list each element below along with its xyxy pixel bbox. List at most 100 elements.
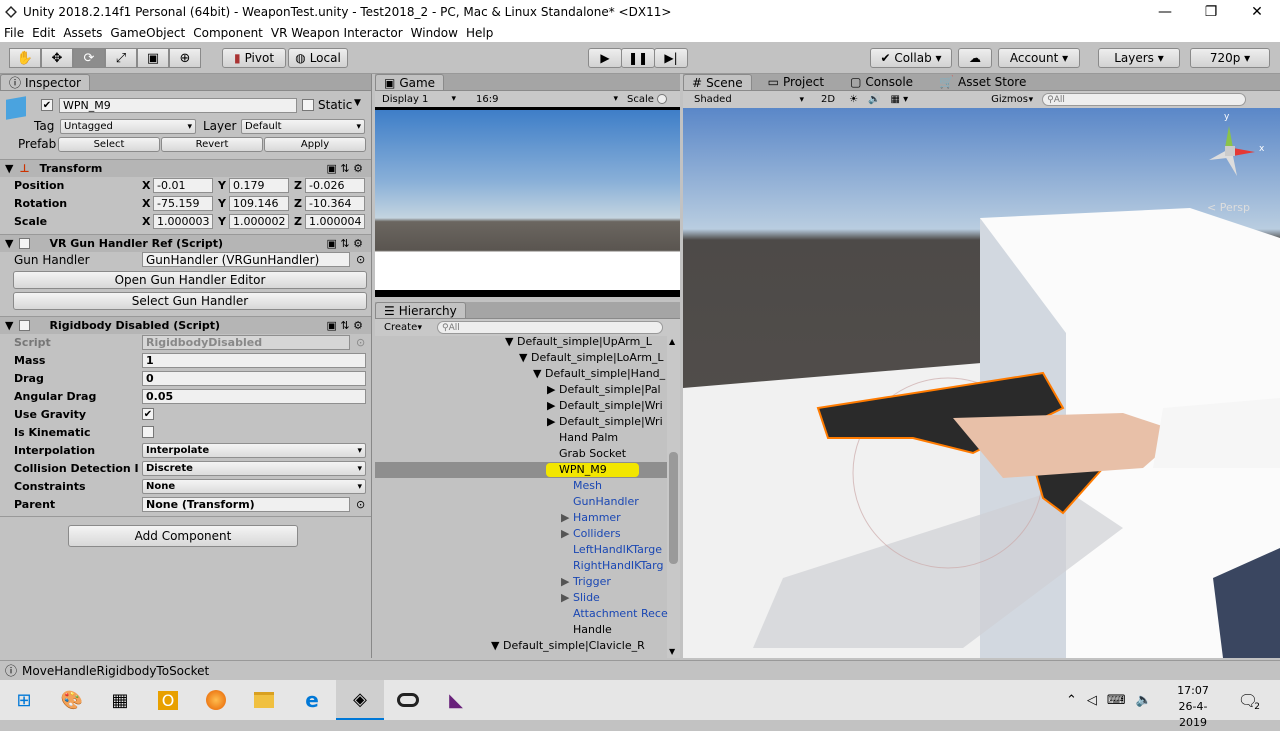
pause-button[interactable]: ❚❚ xyxy=(621,48,655,68)
collapse-arrow-icon[interactable]: ▶ xyxy=(561,511,569,524)
expand-arrow-icon[interactable]: ▼ xyxy=(533,367,541,380)
network-icon[interactable]: ⌨ xyxy=(1107,693,1126,708)
tree-row[interactable]: ▶ Hammer xyxy=(561,510,621,526)
collapse-arrow-icon[interactable]: ▶ xyxy=(547,415,555,428)
static-dropdown-icon[interactable]: ▼ xyxy=(354,98,361,108)
scrollbar-thumb[interactable] xyxy=(669,452,678,564)
scene-search-input[interactable]: ⚲ All xyxy=(1042,93,1247,106)
menu-vr-weapon-interactor[interactable]: VR Weapon Interactor xyxy=(267,26,407,40)
hierarchy-scrollbar[interactable]: ▲ ▼ xyxy=(667,336,680,658)
game-viewport[interactable] xyxy=(375,107,680,297)
scene-viewport[interactable]: y x < Persp xyxy=(683,108,1280,658)
component-settings-icon[interactable]: ▣ ⇅ ⚙ xyxy=(327,237,363,250)
close-icon[interactable]: ✕ xyxy=(1234,0,1280,24)
rotation-z[interactable]: -10.364 xyxy=(305,196,365,211)
lighting-icon[interactable]: ☀ xyxy=(849,94,858,105)
use-gravity-checkbox[interactable]: ✔ xyxy=(142,408,154,420)
tree-row[interactable]: ▶ Trigger xyxy=(561,574,611,590)
tab-asset-store[interactable]: 🛒 Asset Store xyxy=(931,74,1034,90)
chevron-up-icon[interactable]: ⌃ xyxy=(1066,693,1077,708)
object-name-field[interactable]: WPN_M9 xyxy=(59,98,297,113)
collapse-arrow-icon[interactable]: ▶ xyxy=(561,591,569,604)
menu-gameobject[interactable]: GameObject xyxy=(106,26,189,40)
menu-help[interactable]: Help xyxy=(462,26,497,40)
drag-field[interactable]: 0 xyxy=(142,371,366,386)
collapse-arrow-icon[interactable]: ▶ xyxy=(561,527,569,540)
constraints-dropdown[interactable]: None xyxy=(142,479,366,494)
menu-assets[interactable]: Assets xyxy=(59,26,106,40)
add-component-button[interactable]: Add Component xyxy=(68,525,298,547)
shaded-dropdown[interactable]: Shaded xyxy=(691,92,807,107)
scale-z[interactable]: 1.000004 xyxy=(305,214,365,229)
prefab-revert-button[interactable]: Revert xyxy=(161,137,263,152)
tree-row[interactable]: Grab Socket xyxy=(559,446,626,462)
tree-row[interactable]: Attachment Rece xyxy=(573,606,668,622)
layout-dropdown[interactable]: 720p ▾ xyxy=(1190,48,1270,68)
tree-row[interactable]: ▼ Default_simple|LoArm_L xyxy=(519,350,664,366)
menu-component[interactable]: Component xyxy=(189,26,267,40)
rotate-tool-icon[interactable]: ⟳ xyxy=(73,48,105,68)
tree-row[interactable]: ▶ Default_simple|Pal xyxy=(547,382,661,398)
action-center-icon[interactable]: 🗨 2 xyxy=(1236,688,1260,712)
steam-vr-icon[interactable]: ◁ xyxy=(1087,693,1097,708)
scroll-up-icon[interactable]: ▲ xyxy=(669,337,675,346)
file-explorer-icon[interactable] xyxy=(240,680,288,720)
scroll-down-icon[interactable]: ▼ xyxy=(669,647,675,656)
calculator-icon[interactable]: ▦ xyxy=(96,680,144,720)
volume-icon[interactable]: 🔈 xyxy=(1136,693,1152,708)
effects-icon[interactable]: ▦ ▾ xyxy=(890,94,908,105)
expand-arrow-icon[interactable]: ▼ xyxy=(505,335,513,348)
scale-y[interactable]: 1.000002 xyxy=(229,214,289,229)
active-checkbox[interactable]: ✔ xyxy=(41,99,53,111)
tree-row[interactable]: ▼ Default_simple|UpArm_L xyxy=(505,334,652,350)
restore-icon[interactable]: ❐ xyxy=(1188,0,1234,24)
unity-icon[interactable]: ◈ xyxy=(336,680,384,720)
windows-start-icon[interactable]: ⊞ xyxy=(0,680,48,720)
menu-file[interactable]: File xyxy=(0,26,28,40)
clock[interactable]: 17:07 26-4-2019 xyxy=(1166,683,1220,731)
prefab-apply-button[interactable]: Apply xyxy=(264,137,366,152)
outlook-icon[interactable]: O xyxy=(144,680,192,720)
tab-game[interactable]: ▣ Game xyxy=(375,74,445,90)
scale-slider[interactable] xyxy=(656,94,667,104)
create-dropdown[interactable]: Create xyxy=(381,320,425,335)
visual-studio-icon[interactable]: ◣ xyxy=(432,680,480,720)
persp-label[interactable]: < Persp xyxy=(1207,201,1250,214)
orientation-gizmo[interactable]: y x xyxy=(1203,112,1275,190)
object-picker-icon[interactable]: ⊙ xyxy=(356,253,365,266)
tree-row[interactable]: LeftHandIKTarge xyxy=(573,542,662,558)
tab-console[interactable]: ▢ Console xyxy=(842,74,921,90)
tree-row[interactable]: ▶ Colliders xyxy=(561,526,621,542)
expand-arrow-icon[interactable]: ▼ xyxy=(519,351,527,364)
pivot-button[interactable]: ▮ Pivot xyxy=(222,48,286,68)
gizmos-dropdown[interactable]: Gizmos xyxy=(988,92,1036,107)
position-z[interactable]: -0.026 xyxy=(305,178,365,193)
rotation-y[interactable]: 109.146 xyxy=(229,196,289,211)
tree-row[interactable]: ▼ Default_simple|Hand_ xyxy=(533,366,665,382)
menu-window[interactable]: Window xyxy=(407,26,462,40)
object-picker-icon[interactable]: ⊙ xyxy=(356,498,365,511)
play-button[interactable]: ▶ xyxy=(588,48,622,68)
status-message[interactable]: MoveHandleRigidbodyToSocket xyxy=(22,664,209,678)
expand-arrow-icon[interactable]: ▼ xyxy=(491,639,499,652)
tree-row[interactable]: ▶ Slide xyxy=(561,590,600,606)
collapse-arrow-icon[interactable]: ▶ xyxy=(561,575,569,588)
collab-dropdown[interactable]: ✔ Collab ▾ xyxy=(870,48,952,68)
static-checkbox[interactable] xyxy=(302,99,314,111)
collision-detection-dropdown[interactable]: Discrete xyxy=(142,461,366,476)
layer-dropdown[interactable]: Default xyxy=(241,119,365,134)
minimize-icon[interactable]: — xyxy=(1142,0,1188,24)
position-x[interactable]: -0.01 xyxy=(153,178,213,193)
account-dropdown[interactable]: Account ▾ xyxy=(998,48,1080,68)
open-gun-handler-editor-button[interactable]: Open Gun Handler Editor xyxy=(13,271,367,289)
aspect-dropdown[interactable]: 16:9 xyxy=(473,92,621,107)
mode-2d-button[interactable]: 2D xyxy=(821,94,835,105)
hierarchy-search-input[interactable]: ⚲ All xyxy=(437,321,663,334)
tab-inspector[interactable]: ⓘ Inspector xyxy=(0,74,90,90)
tree-row-selected[interactable]: WPN_M9 xyxy=(546,463,639,477)
tab-hierarchy[interactable]: ☰ Hierarchy xyxy=(375,302,466,318)
collapse-arrow-icon[interactable]: ▶ xyxy=(547,399,555,412)
is-kinematic-checkbox[interactable] xyxy=(142,426,154,438)
local-button[interactable]: ◍ Local xyxy=(288,48,348,68)
position-y[interactable]: 0.179 xyxy=(229,178,289,193)
